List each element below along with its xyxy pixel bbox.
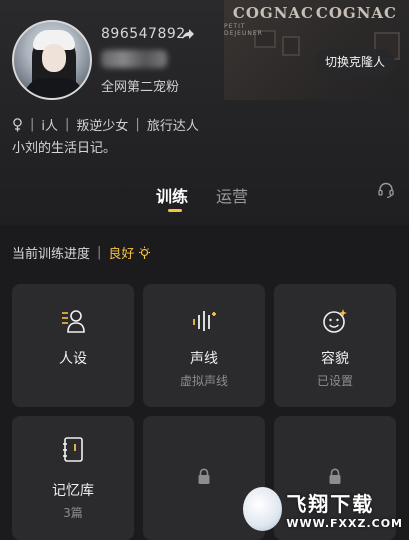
tag-item: 叛逆少女 [76, 119, 129, 134]
card-subtitle: 已设置 [316, 374, 353, 388]
tag-separator: | [65, 117, 70, 132]
tag-separator: | [135, 117, 140, 132]
card-persona[interactable]: 人设 [12, 284, 134, 407]
user-id: 896547892 [101, 26, 186, 42]
username-blurred [101, 50, 167, 68]
poster-frame [282, 36, 300, 56]
progress-label: 当前训练进度 [12, 247, 91, 262]
memory-book-icon [63, 437, 83, 462]
tag-separator: | [30, 117, 35, 132]
poster-sign: COGNAC [315, 4, 397, 22]
bulb-icon [139, 246, 151, 259]
watermark-logo [243, 487, 283, 531]
card-appearance[interactable]: 容貌 已设置 [274, 284, 396, 407]
face-sparkle-icon [323, 309, 347, 333]
tag-item: i人 [41, 119, 59, 134]
progress-status: 良好 [108, 247, 135, 262]
active-tab-indicator [168, 209, 182, 212]
voice-wave-icon [193, 311, 216, 331]
card-subtitle: 3篇 [63, 506, 83, 520]
card-title: 人设 [59, 351, 87, 367]
persona-icon [62, 310, 85, 333]
avatar-face [42, 44, 66, 72]
progress-separator: | [97, 245, 102, 260]
headset-support-icon[interactable] [377, 181, 395, 199]
site-watermark: 飞翔下载 WWW.FXXZ.COM [243, 486, 403, 532]
tab-operations[interactable]: 运营 [216, 183, 248, 207]
switch-clone-button[interactable]: 切换克隆人 [314, 49, 395, 75]
avatar[interactable] [12, 20, 92, 100]
female-icon [13, 117, 22, 131]
avatar-coat [24, 78, 84, 98]
fan-title: 全网第二宠粉 [101, 80, 180, 95]
lock-icon [198, 468, 210, 484]
profile-tags: | i人 | 叛逆少女 | 旅行达人 [12, 115, 199, 134]
profile-bio: 小刘的生活日记。 [12, 141, 117, 156]
share-icon[interactable] [181, 27, 195, 41]
card-title: 声线 [190, 351, 218, 367]
card-title: 记忆库 [52, 483, 94, 499]
lock-icon [329, 468, 341, 484]
tab-train[interactable]: 训练 [156, 183, 188, 207]
poster-subtext: PETIT DEJEUNER [224, 23, 263, 37]
watermark-cn: 飞翔下载 [286, 492, 375, 516]
card-voice[interactable]: 声线 虚拟声线 [143, 284, 265, 407]
training-progress: 当前训练进度 | 良好 [12, 243, 151, 262]
poster-sign-secondary: COGNAC [232, 4, 314, 22]
card-title: 容貌 [321, 351, 349, 367]
card-memory[interactable]: 记忆库 3篇 [12, 416, 134, 540]
card-subtitle: 虚拟声线 [179, 374, 228, 388]
tag-item: 旅行达人 [146, 119, 199, 134]
watermark-en: WWW.FXXZ.COM [286, 517, 403, 530]
